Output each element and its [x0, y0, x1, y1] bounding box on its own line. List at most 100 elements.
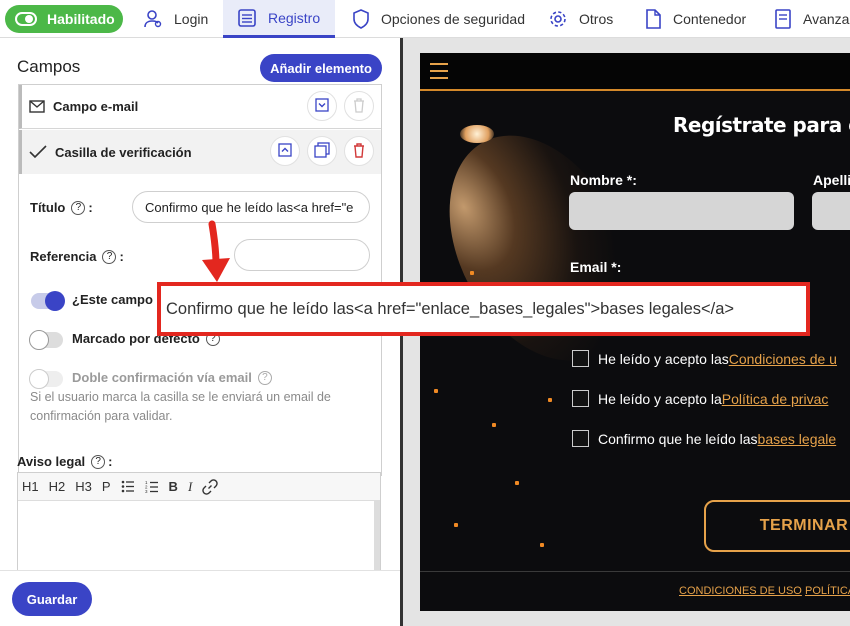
paragraph-button[interactable]: P — [102, 479, 111, 494]
tab-label: Contenedor — [673, 11, 747, 27]
chevron-up-icon — [278, 142, 292, 160]
default-checked-toggle[interactable] — [29, 330, 63, 350]
document-icon — [644, 9, 662, 29]
check-text: He leído y acepto las — [598, 350, 729, 367]
form-list-icon — [237, 8, 257, 28]
envelope-icon — [29, 100, 45, 113]
tab-otros[interactable]: Otros — [548, 0, 613, 38]
double-confirm-hint: Si el usuario marca la casilla se le env… — [30, 390, 331, 423]
terms-checkbox-row[interactable]: He leído y acepto las Condiciones de u — [572, 350, 837, 367]
checkmark-icon — [29, 145, 47, 159]
checkbox[interactable] — [572, 350, 589, 367]
footer-divider — [420, 571, 850, 572]
heading3-button[interactable]: H3 — [75, 479, 92, 494]
spark-particle — [548, 398, 552, 402]
heading1-button[interactable]: H1 — [22, 479, 39, 494]
footer-link-policy[interactable]: POLÍTICA — [805, 585, 850, 597]
privacy-checkbox-row[interactable]: He leído y acepto la Política de privac — [572, 390, 828, 407]
tab-label: Otros — [579, 11, 614, 27]
svg-text:3: 3 — [145, 489, 148, 494]
apellido-input[interactable] — [812, 192, 850, 230]
editor-toolbar: H1 H2 H3 P 123 B I — [18, 473, 380, 501]
tab-login[interactable]: Login — [143, 0, 208, 38]
aviso-legal-label: Aviso legal ? : — [17, 454, 113, 469]
field-row-checkbox[interactable]: Casilla de verificación — [19, 130, 381, 174]
legal-bases-checkbox-row[interactable]: Confirmo que he leído las bases legale — [572, 430, 836, 447]
nombre-input[interactable] — [569, 192, 794, 230]
trash-icon — [352, 97, 366, 116]
submit-button[interactable]: TERMINAR — [704, 500, 850, 552]
copy-icon — [314, 141, 330, 161]
tab-opciones-seguridad[interactable]: Opciones de seguridad — [352, 0, 525, 38]
double-confirm-label: Doble confirmación vía email ? — [72, 370, 275, 385]
heading2-button[interactable]: H2 — [49, 479, 66, 494]
label-colon: : — [108, 454, 113, 469]
preview-title: Regístrate para girar — [673, 113, 850, 137]
checkbox[interactable] — [572, 430, 589, 447]
toggle-knob — [29, 369, 49, 389]
tab-label: Login — [174, 11, 209, 27]
double-confirm-toggle[interactable] — [29, 369, 63, 389]
aviso-legal-text: Aviso legal — [17, 454, 86, 469]
legal-bases-link[interactable]: bases legale — [758, 431, 837, 447]
add-element-button[interactable]: Añadir elemento — [260, 54, 382, 82]
checkbox[interactable] — [572, 390, 589, 407]
titulo-label: Título ? : — [30, 200, 93, 215]
spotlight-lamp — [460, 125, 494, 143]
hamburger-menu-icon[interactable] — [430, 63, 448, 79]
toggle-knob — [45, 291, 65, 311]
field-row-email[interactable]: Campo e-mail — [19, 85, 381, 129]
referencia-input[interactable] — [234, 239, 370, 271]
help-icon[interactable]: ? — [102, 249, 117, 264]
panel-title: Campos — [17, 57, 81, 76]
duplicate-button[interactable] — [307, 136, 337, 166]
numbered-list-icon[interactable]: 123 — [145, 480, 159, 494]
panel-footer: Guardar — [0, 570, 400, 626]
toggle-knob — [29, 330, 49, 350]
field-label: Campo e-mail — [53, 99, 139, 114]
spark-particle — [470, 271, 474, 275]
annotation-callout: Confirmo que he leído las<a href="enlace… — [157, 282, 810, 336]
delete-button[interactable] — [344, 136, 374, 166]
spark-particle — [540, 543, 544, 547]
shield-icon — [352, 9, 370, 29]
spark-particle — [492, 423, 496, 427]
link-icon[interactable] — [202, 478, 219, 495]
bold-icon[interactable]: B — [169, 479, 178, 494]
label-colon: : — [88, 200, 93, 215]
save-button[interactable]: Guardar — [12, 582, 92, 616]
help-icon[interactable]: ? — [71, 200, 86, 215]
tab-registro[interactable]: Registro — [223, 0, 335, 38]
top-tab-bar: Habilitado Login Registro Opciones de se… — [0, 0, 850, 38]
label-colon: : — [119, 249, 124, 264]
terms-link[interactable]: Condiciones de u — [729, 351, 837, 367]
tab-contenedor[interactable]: Contenedor — [644, 0, 746, 38]
spark-particle — [454, 523, 458, 527]
spark-particle — [515, 481, 519, 485]
chevron-down-icon — [315, 97, 329, 115]
tab-avanzado[interactable]: Avanza — [774, 0, 849, 38]
delete-button-disabled — [344, 91, 374, 121]
tab-label: Registro — [268, 9, 321, 26]
titulo-input[interactable]: Confirmo que he leído las<a href="e — [132, 191, 370, 223]
page-edit-icon — [774, 9, 792, 29]
help-icon[interactable]: ? — [257, 370, 272, 385]
bullet-list-icon[interactable] — [121, 480, 135, 493]
nombre-label: Nombre *: — [570, 172, 637, 188]
italic-icon[interactable]: I — [188, 479, 192, 495]
spotlight-beam — [420, 104, 667, 392]
referencia-label: Referencia ? : — [30, 249, 124, 264]
trash-icon — [352, 142, 366, 161]
privacy-link[interactable]: Política de privac — [722, 391, 829, 407]
enabled-toggle[interactable]: Habilitado — [5, 5, 123, 33]
required-toggle[interactable] — [31, 291, 65, 311]
collapse-button[interactable] — [270, 136, 300, 166]
email-label: Email *: — [570, 259, 622, 275]
titulo-label-text: Título — [30, 200, 66, 215]
required-label: ¿Este campo e — [72, 292, 164, 307]
footer-link-conditions[interactable]: CONDICIONES DE USO — [679, 585, 802, 597]
field-label: Casilla de verificación — [55, 144, 192, 160]
check-text: Confirmo que he leído las — [598, 430, 758, 447]
help-icon[interactable]: ? — [91, 454, 106, 469]
expand-button[interactable] — [307, 91, 337, 121]
